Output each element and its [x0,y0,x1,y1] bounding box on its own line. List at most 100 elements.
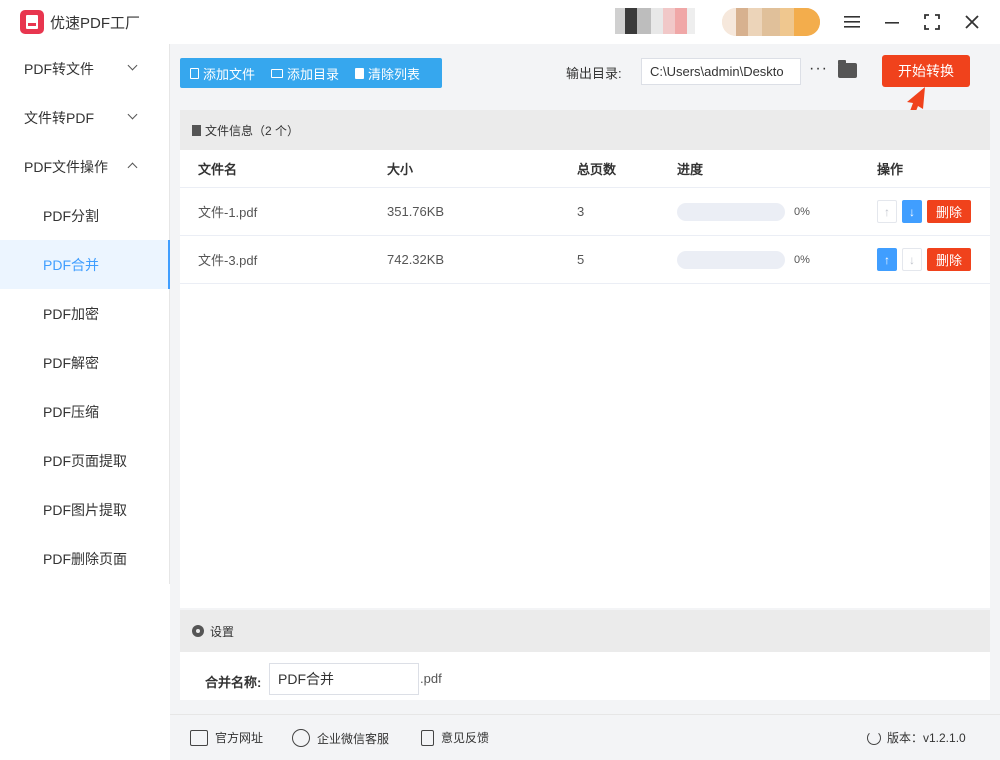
file-size: 742.32KB [387,252,445,267]
wechat-support-link[interactable]: 企业微信客服 [292,729,389,747]
add-folder-button[interactable]: 添加目录 [271,64,339,83]
feedback-label: 意见反馈 [441,731,490,745]
footer-bar: 官方网址 企业微信客服 意见反馈 版本：v1.2.1.0 [170,714,1000,760]
hamburger-icon[interactable] [840,10,864,34]
progress-percent: 0% [794,205,810,218]
sidebar-item-pdf-merge[interactable]: PDF合并 [0,240,170,289]
file-icon [190,67,199,79]
chat-icon [292,729,310,747]
version-label: 版本：v1.2.1.0 [887,731,966,745]
trash-icon [355,67,365,79]
sidebar: PDF转文件 文件转PDF PDF文件操作 PDF分割 PDF合并 PDF加密 … [0,44,170,584]
merge-name-label: 合并名称: [205,675,262,690]
sidebar-item-label: PDF压缩 [43,403,99,420]
sidebar-item-label: PDF删除页面 [43,550,127,567]
file-toolbar: 添加文件 添加目录 清除列表 [180,58,442,88]
sidebar-item-label: PDF加密 [43,305,99,322]
file-extension-suffix: .pdf [420,671,442,686]
document-icon [192,124,201,136]
table-row: 文件-1.pdf 351.76KB 3 0% ↑ ↓ 删除 [180,188,990,236]
sidebar-group-pdf-to-file[interactable]: PDF转文件 [0,44,170,93]
add-file-button[interactable]: 添加文件 [190,64,255,83]
sidebar-group-label: 文件转PDF [24,109,94,126]
add-folder-label: 添加目录 [287,66,340,82]
refresh-icon [867,730,881,745]
minimize-icon[interactable] [880,10,904,34]
sidebar-item-pdf-delete-pages[interactable]: PDF删除页面 [0,534,170,583]
clear-list-label: 清除列表 [368,66,421,82]
chevron-down-icon [127,60,138,71]
folder-icon [271,68,284,78]
app-title: 优速PDF工厂 [50,15,141,32]
official-website-label: 官方网址 [215,731,264,745]
open-folder-icon[interactable] [838,60,857,78]
sidebar-item-pdf-compress[interactable]: PDF压缩 [0,387,170,436]
sidebar-item-pdf-encrypt[interactable]: PDF加密 [0,289,170,338]
sidebar-item-label: PDF解密 [43,354,99,371]
blurred-account-badge [722,8,820,36]
wechat-support-label: 企业微信客服 [317,731,390,746]
file-info-title: 文件信息（2 个） [205,123,300,138]
sidebar-item-pdf-decrypt[interactable]: PDF解密 [0,338,170,387]
file-list-panel: 文件信息（2 个） 文件名 大小 总页数 进度 操作 文件-1.pdf 351.… [180,110,990,608]
progress-percent: 0% [794,253,810,266]
sidebar-item-label: PDF合并 [43,256,99,273]
more-options-button[interactable]: ··· [809,60,828,78]
file-table-header: 文件名 大小 总页数 进度 操作 [180,150,990,188]
app-logo-icon [20,10,44,34]
sidebar-item-pdf-split[interactable]: PDF分割 [0,191,170,240]
add-file-label: 添加文件 [203,66,256,82]
settings-panel: 设置 合并名称: .pdf [180,610,990,700]
arrow-up-icon: ↑ [884,204,890,219]
column-header-actions: 操作 [877,162,904,177]
sidebar-group-pdf-operations[interactable]: PDF文件操作 [0,142,170,191]
settings-title: 设置 [210,624,235,639]
start-convert-button[interactable]: 开始转换 [882,55,970,87]
progress-bar [677,202,785,221]
merge-name-input[interactable] [269,663,419,695]
delete-button[interactable]: 删除 [927,248,971,271]
sidebar-group-file-to-pdf[interactable]: 文件转PDF [0,93,170,142]
official-website-link[interactable]: 官方网址 [190,729,263,746]
feedback-link[interactable]: 意见反馈 [421,729,489,746]
arrow-up-icon: ↑ [884,252,890,267]
chevron-down-icon [127,109,138,120]
progress-bar [677,250,785,269]
move-up-button[interactable]: ↑ [877,200,897,223]
file-name: 文件-3.pdf [198,253,258,268]
clear-list-button[interactable]: 清除列表 [355,64,420,83]
sidebar-group-label: PDF文件操作 [24,158,108,175]
blurred-account-avatar [615,8,695,34]
gear-icon [192,625,204,637]
maximize-icon[interactable] [920,10,944,34]
output-dir-label: 输出目录: [566,66,622,81]
sidebar-item-label: PDF页面提取 [43,452,127,469]
sidebar-item-label: PDF图片提取 [43,501,127,518]
sidebar-group-label: PDF转文件 [24,60,94,77]
close-icon[interactable] [960,10,984,34]
output-dir-input[interactable] [641,58,801,85]
chevron-up-icon [127,162,138,173]
move-down-button[interactable]: ↓ [902,200,922,223]
file-pages: 3 [577,204,585,219]
delete-button[interactable]: 删除 [927,200,971,223]
file-name: 文件-1.pdf [198,205,258,220]
feedback-icon [421,729,434,746]
column-header-name: 文件名 [198,162,238,177]
settings-header: 设置 [180,610,990,652]
version-info[interactable]: 版本：v1.2.1.0 [867,729,966,746]
sidebar-item-label: PDF分割 [43,207,99,224]
table-row: 文件-3.pdf 742.32KB 5 0% ↑ ↓ 删除 [180,236,990,284]
column-header-size: 大小 [387,162,414,177]
column-header-progress: 进度 [677,162,704,177]
file-pages: 5 [577,252,585,267]
arrow-down-icon: ↓ [909,252,915,267]
title-bar: 优速PDF工厂 [0,0,1000,44]
sidebar-item-pdf-page-extract[interactable]: PDF页面提取 [0,436,170,485]
move-up-button[interactable]: ↑ [877,248,897,271]
move-down-button[interactable]: ↓ [902,248,922,271]
arrow-down-icon: ↓ [909,204,915,219]
file-info-header: 文件信息（2 个） [180,110,990,150]
file-size: 351.76KB [387,204,445,219]
sidebar-item-pdf-image-extract[interactable]: PDF图片提取 [0,485,170,534]
